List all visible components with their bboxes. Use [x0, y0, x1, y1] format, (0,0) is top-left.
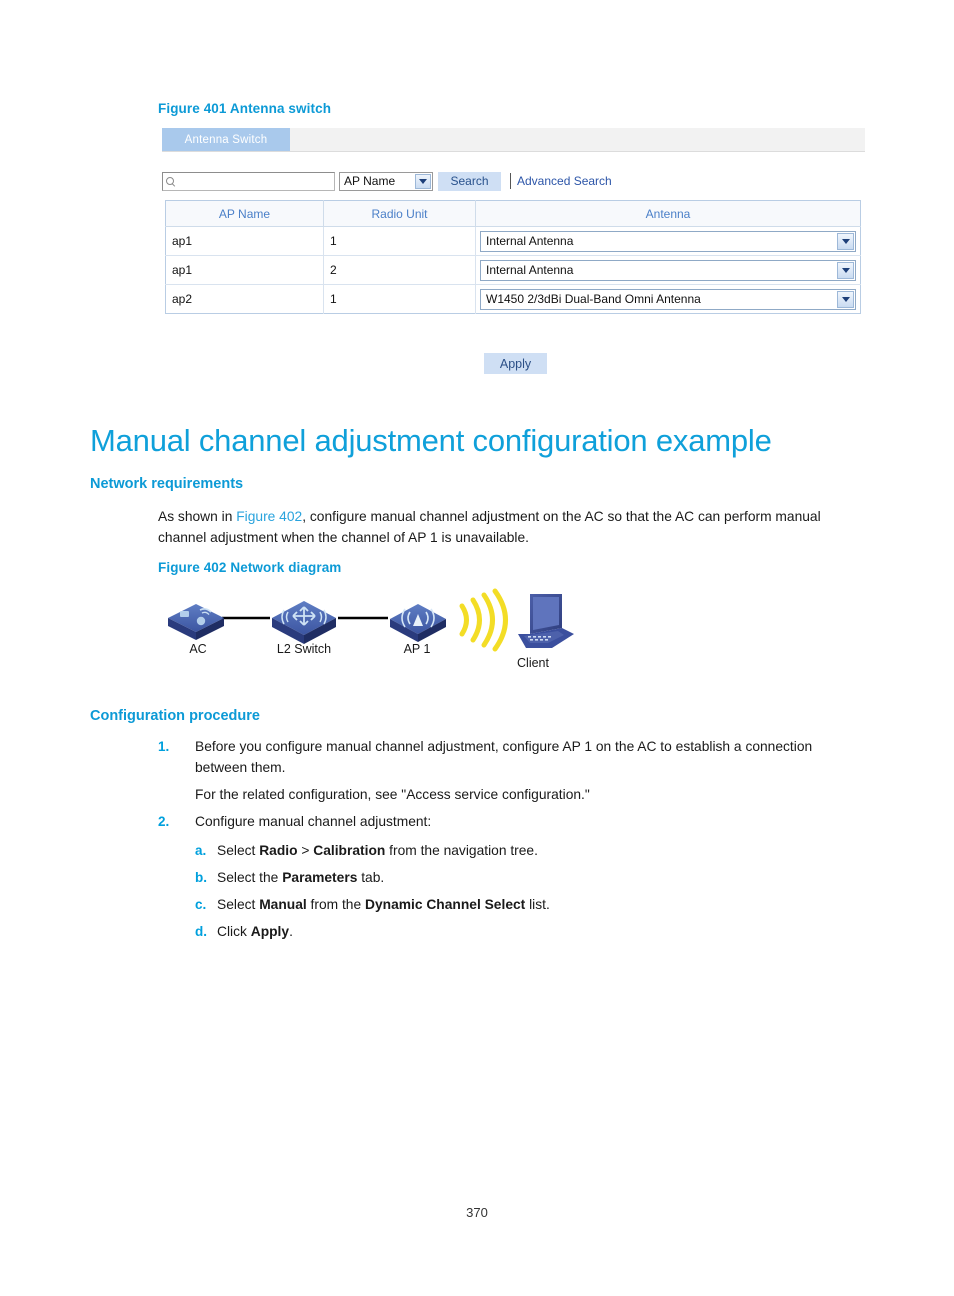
chevron-down-icon[interactable] — [837, 290, 854, 308]
step-number: 1. — [158, 739, 170, 754]
separator — [510, 173, 511, 189]
list-item-substep-c: c. Select Manual from the Dynamic Channe… — [195, 894, 878, 915]
substep-part-1: Select — [217, 897, 260, 912]
step-number: 2. — [158, 814, 170, 829]
cell-radio-unit: 2 — [323, 255, 476, 285]
column-header-antenna[interactable]: Antenna — [475, 200, 861, 227]
substep-bold-1: Radio — [259, 843, 298, 858]
apply-button[interactable]: Apply — [484, 353, 547, 374]
substep-list: a. Select Radio > Calibration from the n… — [195, 840, 878, 942]
substep-text: Select Manual from the Dynamic Channel S… — [217, 894, 550, 915]
substep-bold-1: Apply — [250, 924, 290, 939]
cell-radio-unit: 1 — [323, 226, 476, 256]
substep-part-1: Click — [217, 924, 251, 939]
search-bar: AP Name Search Advanced Search — [162, 170, 865, 192]
switch-icon — [272, 601, 336, 644]
table-row: ap1 2 Internal Antenna — [165, 255, 861, 285]
device-label-ac: AC — [189, 642, 207, 656]
substep-bold-1: Parameters — [282, 870, 358, 885]
column-header-radio-unit[interactable]: Radio Unit — [323, 200, 476, 227]
chevron-down-icon[interactable] — [837, 261, 854, 279]
laptop-icon — [518, 594, 574, 648]
substep-number: b. — [195, 870, 207, 885]
network-diagram: AC L2 Switch AP 1 Client — [160, 586, 580, 676]
substep-part-1: Select — [217, 843, 260, 858]
table-row: ap2 1 W1450 2/3dBi Dual-Band Omni Antenn… — [165, 284, 861, 314]
figure-401-caption: Figure 401 Antenna switch — [158, 101, 332, 116]
substep-part-2: from the — [306, 897, 365, 912]
chevron-down-icon[interactable] — [837, 232, 854, 250]
substep-bold-2: Calibration — [313, 843, 386, 858]
substep-text: Select Radio > Calibration from the navi… — [217, 840, 538, 861]
substep-part-3: from the navigation tree. — [385, 843, 538, 858]
step-text: Configure manual channel adjustment: — [195, 814, 432, 829]
search-icon — [165, 176, 176, 187]
list-item-step-2: 2. Configure manual channel adjustment: — [158, 811, 878, 832]
list-item-step-1: 1. Before you configure manual channel a… — [158, 736, 878, 778]
figure-402-link[interactable]: Figure 402 — [236, 509, 302, 524]
section-heading-network-requirements: Network requirements — [90, 476, 244, 492]
antenna-select-value: Internal Antenna — [486, 263, 574, 277]
advanced-search-link[interactable]: Advanced Search — [517, 174, 612, 188]
figure-402-caption: Figure 402 Network diagram — [158, 560, 342, 575]
chevron-down-icon[interactable] — [415, 173, 431, 189]
search-input-wrapper[interactable] — [162, 171, 335, 191]
antenna-select-value: W1450 2/3dBi Dual-Band Omni Antenna — [486, 292, 701, 306]
substep-text: Select the Parameters tab. — [217, 867, 384, 888]
antenna-table: AP Name Radio Unit Antenna ap1 1 Interna… — [165, 200, 861, 314]
antenna-select[interactable]: Internal Antenna — [480, 230, 856, 252]
antenna-select-value: Internal Antenna — [486, 234, 574, 248]
search-input[interactable] — [176, 175, 326, 187]
section-heading-configuration-procedure: Configuration procedure — [90, 708, 260, 724]
cell-ap-name: ap1 — [165, 226, 324, 256]
network-requirements-paragraph: As shown in Figure 402, configure manual… — [158, 506, 866, 548]
substep-part-2: > — [297, 843, 314, 858]
substep-part-2: tab. — [357, 870, 385, 885]
list-item-substep-a: a. Select Radio > Calibration from the n… — [195, 840, 878, 861]
antenna-select[interactable]: Internal Antenna — [480, 259, 856, 281]
substep-number: d. — [195, 924, 207, 939]
page-title: Manual channel adjustment configuration … — [90, 423, 772, 458]
device-label-ap1: AP 1 — [403, 642, 431, 656]
page-number: 370 — [466, 1205, 488, 1220]
column-header-ap-name[interactable]: AP Name — [165, 200, 324, 227]
step-1-continuation: For the related configuration, see "Acce… — [195, 787, 590, 802]
antenna-select[interactable]: W1450 2/3dBi Dual-Band Omni Antenna — [480, 288, 856, 310]
search-field-select-value: AP Name — [344, 174, 396, 188]
substep-number: c. — [195, 897, 207, 912]
access-point-icon — [390, 604, 446, 642]
search-field-select[interactable]: AP Name — [339, 171, 433, 191]
device-label-l2-switch: L2 Switch — [276, 642, 332, 656]
search-button[interactable]: Search — [438, 171, 501, 191]
tab-antenna-switch[interactable]: Antenna Switch — [162, 128, 290, 151]
procedure-list: 1. Before you configure manual channel a… — [158, 736, 878, 948]
substep-part-2: . — [289, 924, 293, 939]
substep-part-1: Select the — [217, 870, 283, 885]
cell-ap-name: ap2 — [165, 284, 324, 314]
substep-number: a. — [195, 843, 207, 858]
table-header-row: AP Name Radio Unit Antenna — [165, 200, 861, 227]
device-label-client: Client — [517, 656, 549, 670]
cell-radio-unit: 1 — [323, 284, 476, 314]
tab-strip: Antenna Switch — [162, 128, 865, 152]
table-row: ap1 1 Internal Antenna — [165, 226, 861, 256]
step-text: Before you configure manual channel adju… — [195, 739, 813, 775]
substep-part-3: list. — [525, 897, 550, 912]
wifi-signal-icon — [459, 588, 508, 652]
substep-text: Click Apply. — [217, 921, 293, 942]
document-page: Figure 401 Antenna switch Antenna Switch… — [0, 0, 954, 1296]
substep-bold-2: Dynamic Channel Select — [365, 897, 526, 912]
ac-controller-icon — [168, 604, 224, 640]
substep-bold-1: Manual — [259, 897, 307, 912]
paragraph-text-before-link: As shown in — [158, 509, 237, 524]
cell-ap-name: ap1 — [165, 255, 324, 285]
list-item-substep-d: d. Click Apply. — [195, 921, 878, 942]
list-item-substep-b: b. Select the Parameters tab. — [195, 867, 878, 888]
antenna-switch-panel: Antenna Switch AP Name Search Advanced S… — [162, 128, 865, 314]
